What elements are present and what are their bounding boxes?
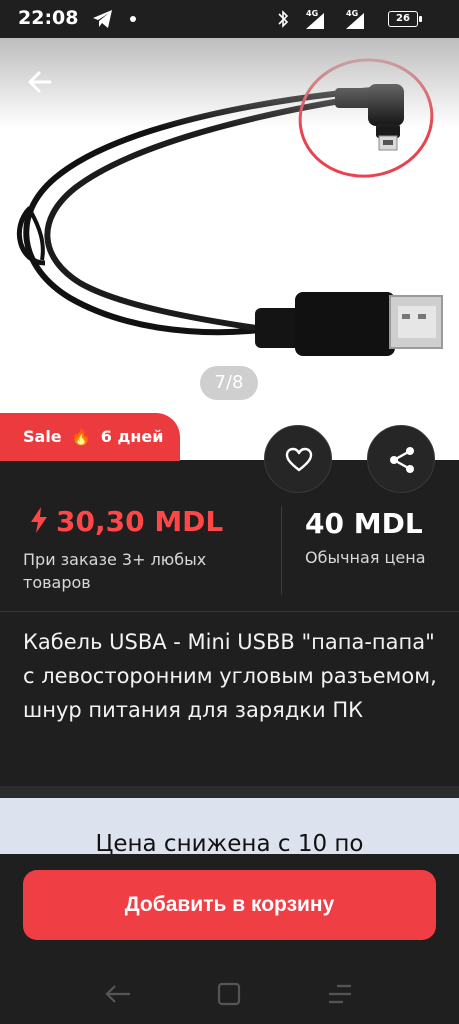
notification-dot-icon [130,16,136,22]
sale-badge: Sale 🔥 6 дней [0,413,180,461]
telegram-icon [93,10,112,28]
promo-text: Цена снижена с 10 по [95,831,364,854]
back-nav-icon[interactable] [104,982,132,1006]
heart-icon [285,447,313,472]
gallery-shade [0,38,459,128]
system-nav-bar [0,964,459,1024]
discount-price-note: При заказе 3+ любых товаров [23,550,207,592]
recents-nav-icon[interactable] [327,982,353,1006]
signal-icon [346,13,364,29]
home-nav-icon[interactable] [217,982,241,1006]
page-indicator: 7/8 [200,366,258,400]
promo-banner[interactable]: Цена снижена с 10 по [0,798,459,854]
product-title: Кабель USBA - Mini USBB "папа-папа" с ле… [23,630,437,722]
lightning-icon [31,507,47,533]
regular-price: 40 MDL [305,507,423,540]
bluetooth-icon [278,10,289,28]
discount-price: 30,30 MDL [28,505,223,538]
share-button[interactable] [367,425,435,493]
sale-duration: 6 дней [100,427,164,446]
section-gap [0,786,459,798]
price-divider [281,506,282,594]
regular-price-note: Обычная цена [305,548,426,567]
divider [0,611,459,612]
status-bar: 22:08 4G 4G 26 [0,0,459,38]
add-to-cart-button[interactable]: Добавить в корзину [23,870,436,940]
status-time: 22:08 [18,7,79,29]
discount-price-value: 30,30 MDL [56,505,224,538]
battery-icon: 26 [388,11,422,27]
back-arrow-icon[interactable] [22,64,58,100]
signal-icon [306,13,324,29]
sale-label: Sale [23,427,62,446]
product-gallery[interactable]: 7/8 [0,38,459,460]
favorite-button[interactable] [264,425,332,493]
share-icon [390,447,414,473]
fire-icon: 🔥 [71,427,92,446]
